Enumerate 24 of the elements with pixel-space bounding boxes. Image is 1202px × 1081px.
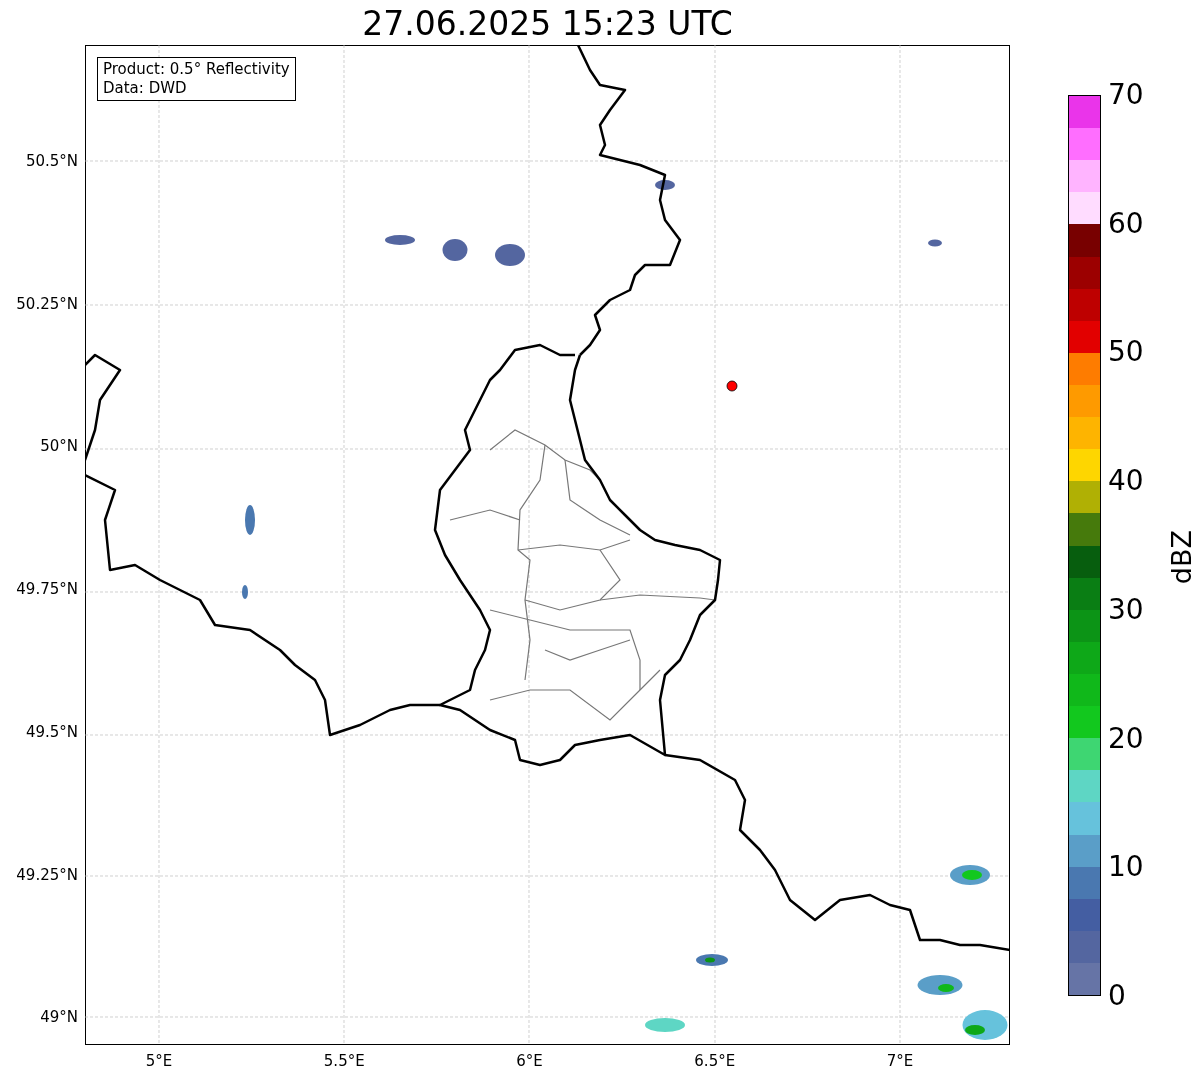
colorbar-tick-label: 60 xyxy=(1108,207,1144,240)
y-tick-label: 49.5°N xyxy=(24,722,78,741)
colorbar-tick-label: 30 xyxy=(1108,593,1144,626)
x-tick-label: 7°E xyxy=(885,1051,915,1072)
colorbar-tick-label: 0 xyxy=(1108,980,1126,1012)
colorbar-tick-label: 20 xyxy=(1108,722,1144,755)
colorbar-label: dBZ xyxy=(1166,530,1198,585)
info-text: Product: 0.5° Reflectivity xyxy=(103,60,290,79)
x-tick-label: 6°E xyxy=(515,1051,544,1072)
y-tick-label: 49.75°N xyxy=(15,580,78,599)
colorbar-tick-label: 50 xyxy=(1108,336,1144,369)
y-tick-label: 50.5°N xyxy=(24,152,78,170)
colorbar-tick-label: 70 xyxy=(1108,79,1144,111)
colorbar-tick-label: 40 xyxy=(1108,465,1144,498)
y-tick-label: 50°N xyxy=(39,437,78,456)
x-tick-label: 5.5°E xyxy=(322,1051,366,1072)
colorbar-tick-label: 10 xyxy=(1108,851,1144,884)
chart-title: 27.06.2025 15:23 UTC xyxy=(361,4,734,44)
y-tick-label: 49°N xyxy=(39,1008,78,1027)
y-tick-label: 49.25°N xyxy=(15,865,78,884)
y-tick-label: 50.25°N xyxy=(15,294,78,313)
x-tick-label: 6.5°E xyxy=(693,1051,737,1072)
x-tick-label: 5°E xyxy=(144,1051,174,1072)
info-text: Data: DWD xyxy=(103,79,188,98)
